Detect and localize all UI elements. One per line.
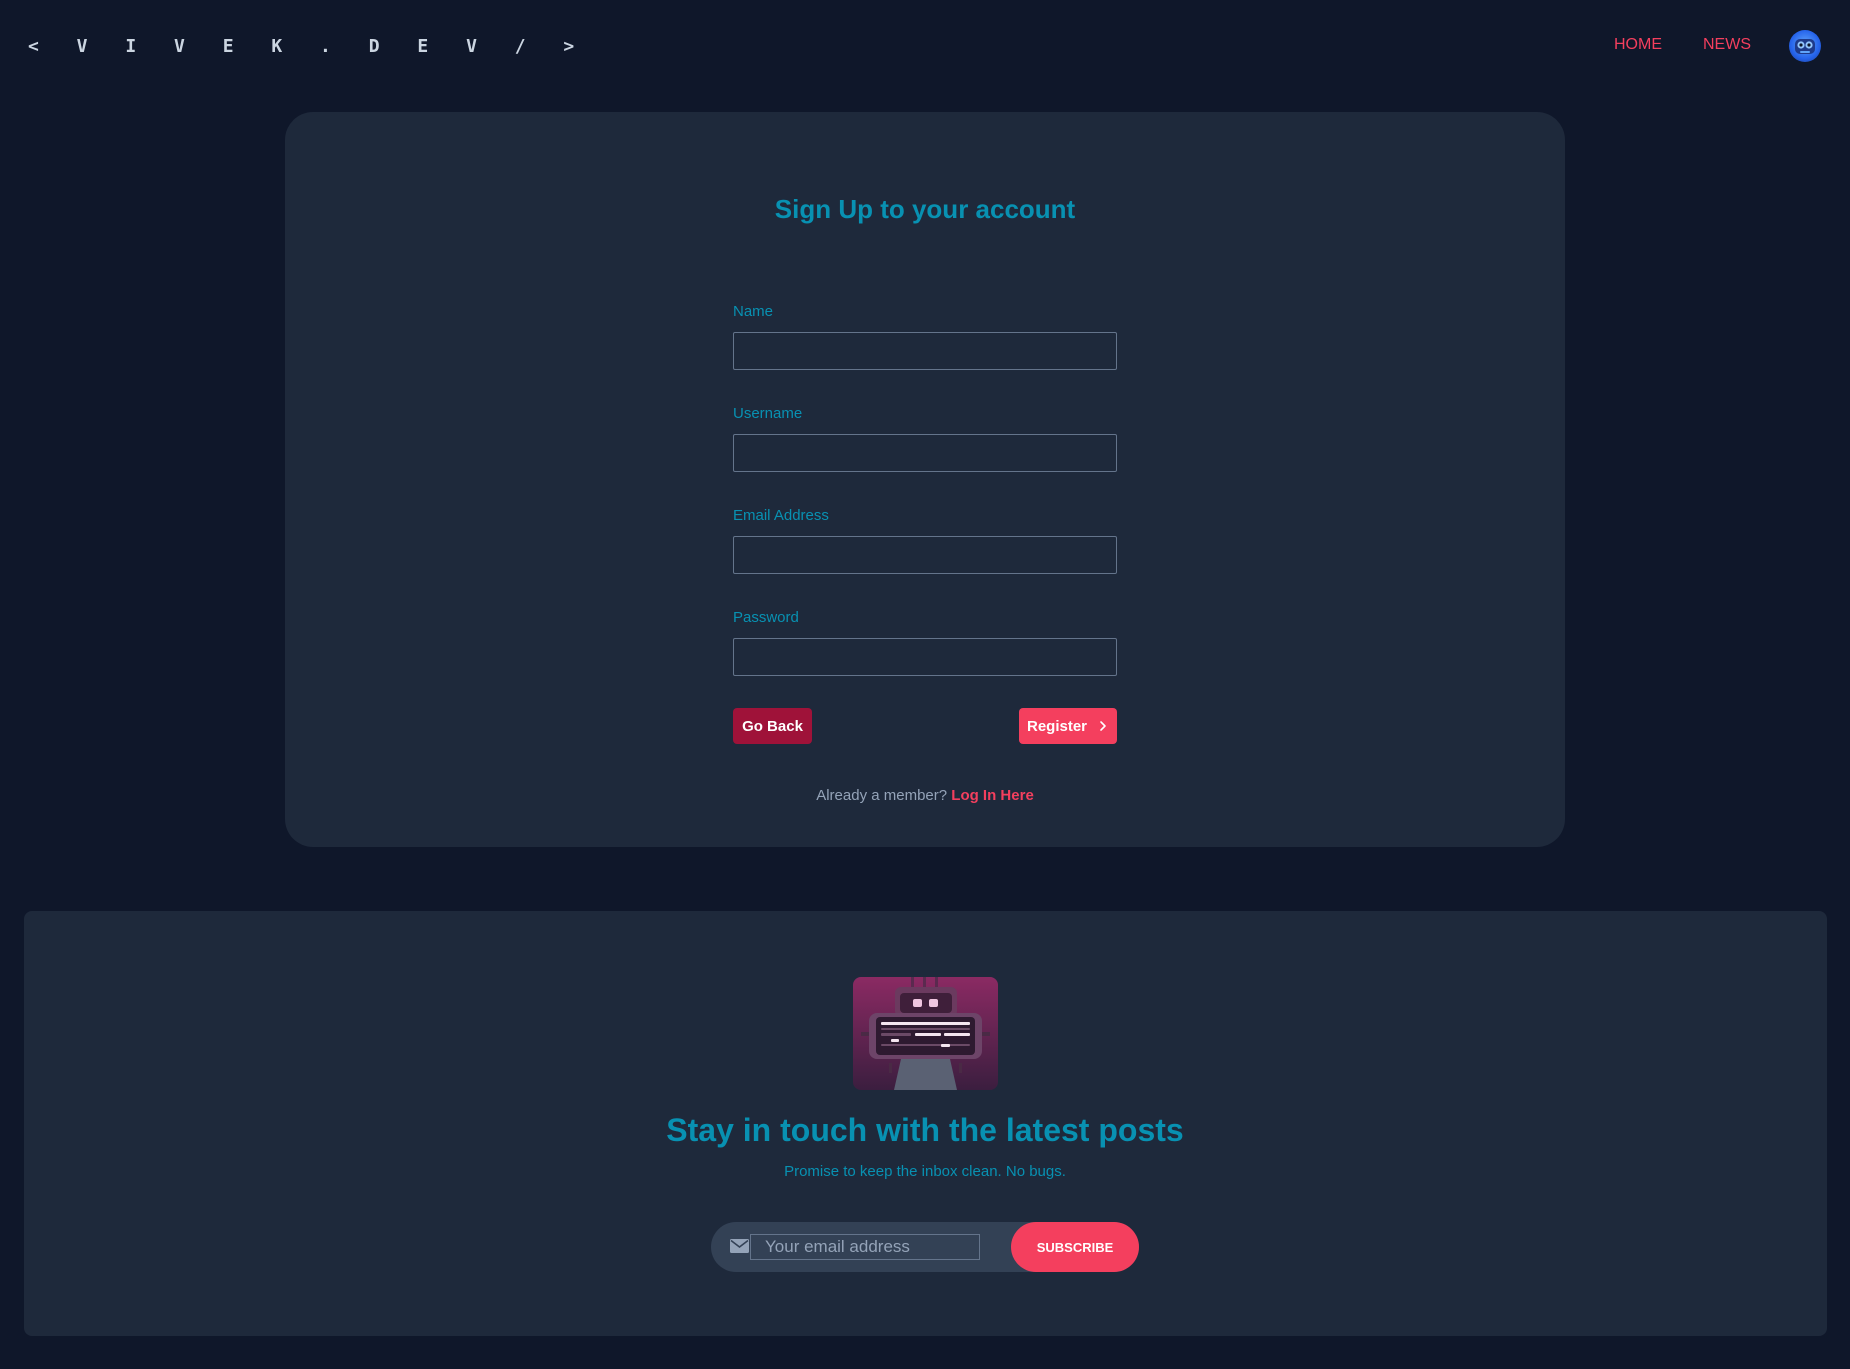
- signup-title: Sign Up to your account: [774, 194, 1076, 224]
- site-logo[interactable]: < V I V E K . D E V / >: [28, 36, 588, 57]
- login-link[interactable]: Log In Here: [951, 787, 1034, 804]
- nav-home-link[interactable]: HOME: [1614, 36, 1662, 54]
- name-input[interactable]: [733, 332, 1117, 370]
- go-back-button[interactable]: Go Back: [733, 708, 812, 744]
- email-input[interactable]: [733, 536, 1117, 574]
- robot-avatar-icon[interactable]: [1789, 30, 1821, 62]
- subscribe-form: SUBSCRIBE: [711, 1222, 1139, 1272]
- name-label: Name: [733, 303, 774, 320]
- nav-news-link[interactable]: NEWS: [1703, 36, 1751, 54]
- chevron-right-icon: [1100, 721, 1106, 731]
- register-button[interactable]: Register: [1019, 708, 1117, 744]
- mail-icon: [730, 1239, 749, 1253]
- member-text: Already a member?: [816, 787, 948, 804]
- username-input[interactable]: [733, 434, 1117, 472]
- newsletter-title: Stay in touch with the latest posts: [666, 1112, 1184, 1148]
- email-label: Email Address: [733, 507, 829, 524]
- password-label: Password: [733, 609, 799, 626]
- newsletter-email-input[interactable]: [750, 1234, 980, 1260]
- username-label: Username: [733, 405, 803, 422]
- site-header: < V I V E K . D E V / > HOME NEWS: [0, 0, 1850, 94]
- subscribe-button[interactable]: SUBSCRIBE: [1011, 1222, 1139, 1272]
- robot-illustration: [853, 977, 998, 1090]
- page: < V I V E K . D E V / > HOME NEWS Sign U…: [0, 0, 1850, 1369]
- password-input[interactable]: [733, 638, 1117, 676]
- member-prompt: Already a member? Log In Here: [0, 787, 1850, 804]
- newsletter-subtitle: Promise to keep the inbox clean. No bugs…: [784, 1163, 1066, 1180]
- register-label: Register: [1026, 717, 1088, 735]
